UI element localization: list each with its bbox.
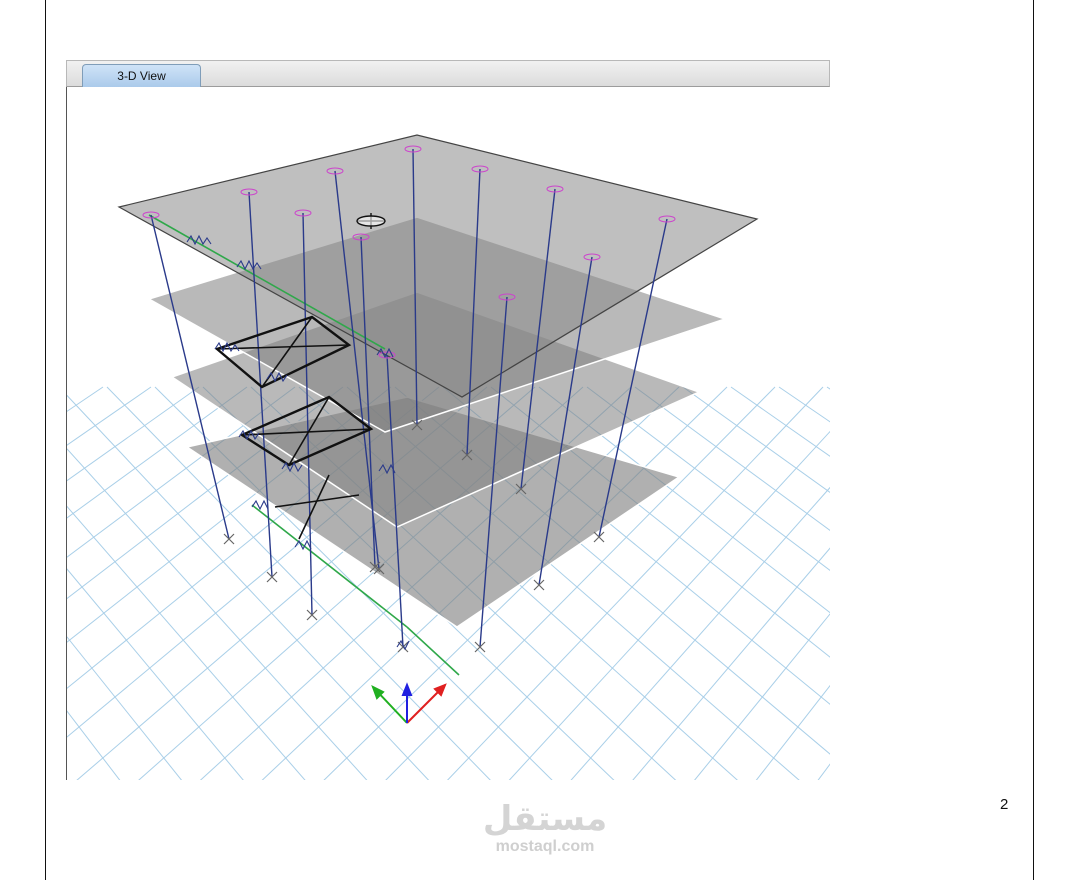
grid-line: [634, 386, 830, 532]
watermark-logo: مستقل mostaql.com: [465, 800, 625, 864]
watermark-arabic: مستقل: [482, 799, 608, 839]
model-3d-view[interactable]: [66, 87, 830, 780]
grid-line: [694, 613, 830, 780]
grid-line: [778, 386, 830, 423]
grid-line: [682, 386, 830, 493]
page-border-right: [1033, 0, 1034, 880]
slab-roof: [117, 134, 759, 398]
support-icon: [593, 531, 605, 543]
tab-3d-view[interactable]: 3-D View: [82, 64, 201, 88]
grid-line: [67, 386, 104, 412]
support-icon: [223, 533, 235, 545]
axes-triad: [371, 682, 447, 724]
grid-line: [632, 547, 830, 780]
grid-line: [538, 386, 830, 614]
page-number: 2: [1000, 796, 1009, 813]
grid-line: [730, 386, 830, 457]
page-border-left: [45, 0, 46, 880]
watermark-latin: mostaql.com: [495, 838, 595, 855]
grid-line: [67, 636, 183, 780]
grid-line: [826, 386, 830, 390]
model-canvas[interactable]: [67, 87, 830, 780]
